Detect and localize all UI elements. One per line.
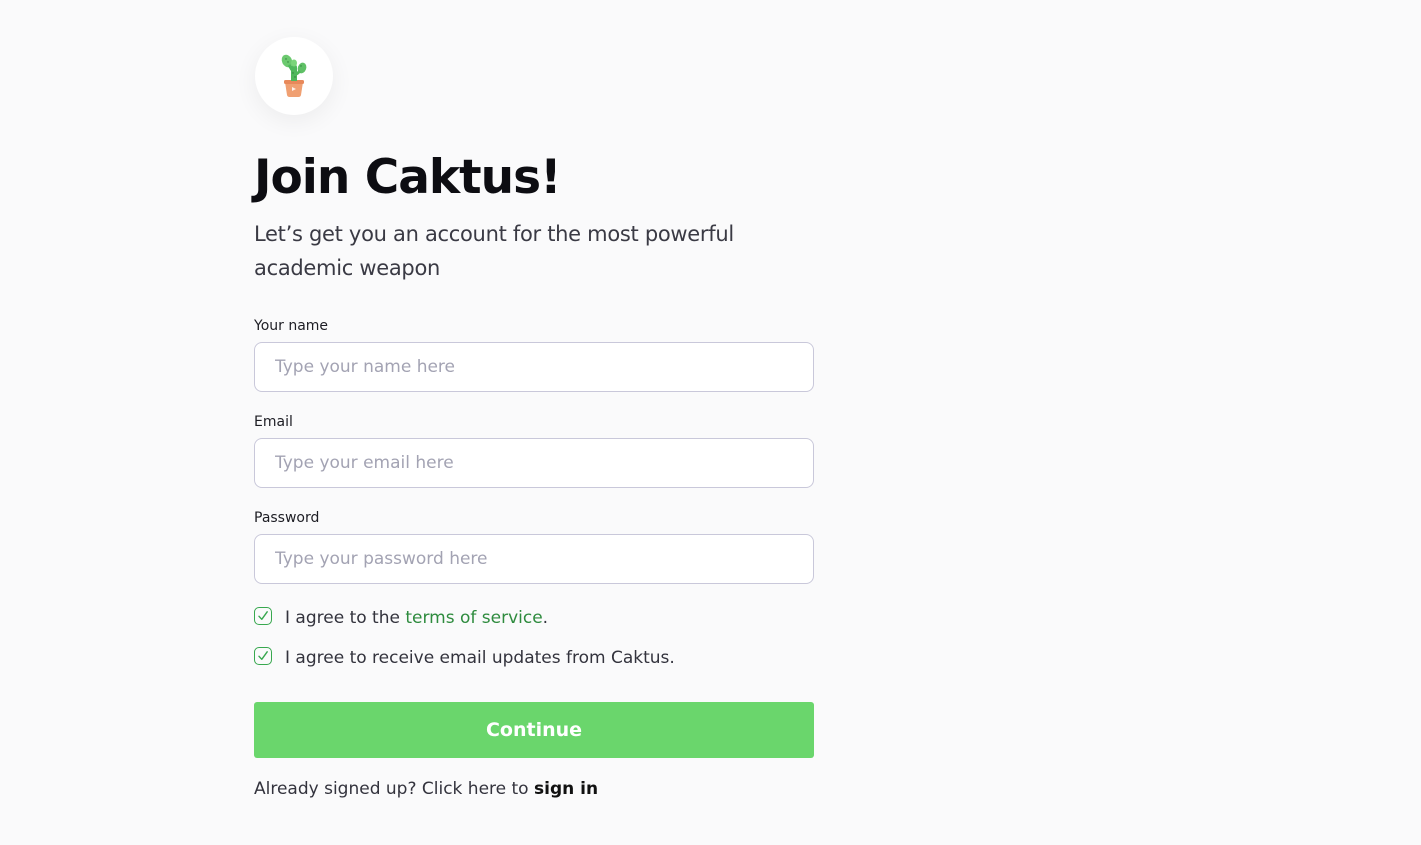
terms-checkbox-row: I agree to the terms of service. [254, 606, 548, 630]
continue-button[interactable]: Continue [254, 702, 814, 758]
sign-in-link[interactable]: sign in [534, 779, 598, 799]
page-title: Join Caktus! [254, 150, 562, 205]
updates-checkbox[interactable] [254, 647, 272, 665]
email-input[interactable] [254, 438, 814, 488]
password-input[interactable] [254, 534, 814, 584]
terms-of-service-link[interactable]: terms of service [405, 608, 542, 628]
terms-text-prefix: I agree to the [285, 608, 406, 628]
terms-text-suffix: . [542, 608, 549, 628]
terms-text: I agree to the terms of service. [285, 608, 548, 628]
page-subtitle: Let’s get you an account for the most po… [254, 222, 734, 280]
signin-prompt-text: Already signed up? Click here to [254, 779, 534, 799]
terms-checkbox[interactable] [254, 607, 272, 625]
updates-text: I agree to receive email updates from Ca… [285, 648, 675, 668]
email-label: Email [254, 414, 293, 430]
updates-checkbox-row: I agree to receive email updates from Ca… [254, 646, 675, 670]
signup-page: Join Caktus! Let’s get you an account fo… [0, 0, 1421, 845]
name-label: Your name [254, 318, 329, 334]
checkmark-icon [258, 651, 268, 660]
signin-prompt: Already signed up? Click here to sign in [254, 779, 598, 799]
cactus-in-pot-icon [281, 54, 307, 97]
checkmark-icon [258, 611, 268, 620]
name-input[interactable] [254, 342, 814, 392]
logo-badge [255, 37, 333, 115]
password-label: Password [254, 510, 320, 526]
